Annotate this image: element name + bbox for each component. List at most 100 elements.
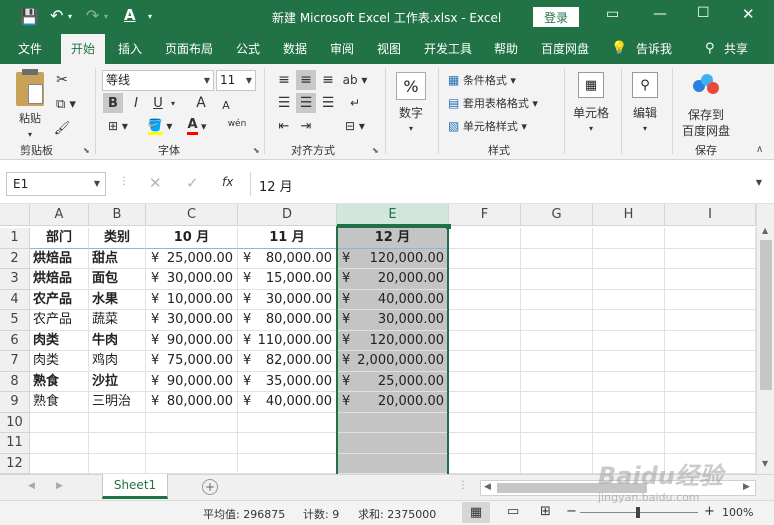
add-sheet-icon[interactable]: + (202, 479, 218, 495)
table-cell[interactable] (449, 269, 521, 290)
clipboard-launcher-icon[interactable]: ⬊ (83, 146, 90, 155)
tab-developer[interactable]: 开发工具 (424, 34, 472, 64)
table-cell[interactable]: 10 月 (146, 228, 238, 249)
font-color-quick-icon[interactable]: A (124, 6, 136, 24)
border-icon[interactable]: ⊞ ▾ (103, 116, 133, 136)
table-cell[interactable]: ¥82,000.00 (238, 351, 337, 372)
table-cell[interactable] (30, 453, 89, 474)
table-cell[interactable]: 甜点 (89, 248, 146, 269)
table-cell[interactable] (521, 248, 593, 269)
tab-help[interactable]: 帮助 (494, 34, 518, 64)
cancel-icon[interactable]: ✕ (149, 174, 162, 192)
table-cell[interactable] (521, 392, 593, 413)
table-cell[interactable]: 熟食 (30, 371, 89, 392)
table-cell[interactable] (521, 412, 593, 433)
table-cell[interactable] (665, 453, 756, 474)
collapse-ribbon-icon[interactable]: ∧ (756, 144, 763, 155)
align-bottom-icon[interactable]: ≡ (318, 70, 338, 90)
table-cell[interactable]: ¥30,000.00 (337, 310, 449, 331)
table-cell[interactable] (449, 228, 521, 249)
expand-formula-icon[interactable]: ▼ (756, 178, 762, 187)
fill-handle[interactable] (446, 224, 451, 229)
table-cell[interactable]: 沙拉 (89, 371, 146, 392)
minimize-icon[interactable]: — (653, 6, 667, 22)
table-cell[interactable]: ¥30,000.00 (146, 310, 238, 331)
table-cell[interactable]: ¥30,000.00 (238, 289, 337, 310)
table-cell[interactable]: ¥40,000.00 (337, 289, 449, 310)
underline-button[interactable]: U (149, 93, 167, 113)
tab-review[interactable]: 审阅 (330, 34, 354, 64)
table-cell[interactable]: ¥20,000.00 (337, 392, 449, 413)
table-cell[interactable] (449, 392, 521, 413)
undo-icon[interactable]: ↶ (50, 6, 63, 25)
table-cell[interactable] (146, 433, 238, 454)
table-cell[interactable]: ¥110,000.00 (238, 330, 337, 351)
horizontal-scrollbar[interactable]: ◀ ▶ (480, 480, 756, 496)
table-cell[interactable] (521, 330, 593, 351)
row-header[interactable]: 4 (0, 289, 30, 310)
percent-icon[interactable]: % (396, 72, 426, 100)
table-cell[interactable] (238, 412, 337, 433)
table-cell[interactable]: 11 月 (238, 228, 337, 249)
table-cell[interactable] (449, 310, 521, 331)
increase-indent-icon[interactable]: ⇥ (296, 116, 316, 136)
redo-icon[interactable]: ↷ (86, 6, 99, 25)
table-cell[interactable] (89, 412, 146, 433)
table-cell[interactable]: ¥15,000.00 (238, 269, 337, 290)
chevron-down-icon[interactable]: ▼ (246, 71, 252, 90)
row-header[interactable]: 9 (0, 392, 30, 413)
column-header[interactable]: F (449, 204, 521, 226)
column-header[interactable]: D (238, 204, 337, 226)
font-size-combo[interactable]: 11 ▼ (216, 70, 256, 91)
table-cell[interactable] (665, 412, 756, 433)
prev-sheet-icon[interactable]: ◀ (28, 481, 35, 491)
table-cell[interactable]: ¥80,000.00 (238, 248, 337, 269)
insert-function-button[interactable]: fx (222, 175, 233, 189)
table-cell[interactable] (593, 351, 665, 372)
normal-view-icon[interactable]: ▦ (462, 502, 490, 523)
table-cell[interactable] (665, 371, 756, 392)
table-cell[interactable]: ¥75,000.00 (146, 351, 238, 372)
table-cell[interactable] (449, 433, 521, 454)
conditional-format-button[interactable]: ▦ 条件格式 ▾ (448, 70, 532, 90)
tab-data[interactable]: 数据 (283, 34, 307, 64)
table-cell[interactable] (449, 330, 521, 351)
table-cell[interactable]: 12 月 (337, 228, 449, 249)
table-cell[interactable] (665, 310, 756, 331)
table-cell[interactable]: 蔬菜 (89, 310, 146, 331)
paste-dropdown-icon[interactable]: ▾ (22, 124, 38, 144)
table-cell[interactable]: 肉类 (30, 351, 89, 372)
fill-color-icon[interactable]: 🪣 ▾ (145, 116, 175, 136)
row-header[interactable]: 11 (0, 433, 30, 454)
table-cell[interactable] (89, 433, 146, 454)
align-middle-icon[interactable]: ≡ (296, 70, 316, 90)
undo-dropdown-icon[interactable]: ▾ (68, 12, 72, 21)
row-header[interactable]: 12 (0, 453, 30, 474)
column-header[interactable]: H (593, 204, 665, 226)
save-icon[interactable]: 💾 (20, 8, 39, 26)
vertical-scrollbar[interactable]: ▲ ▼ (756, 204, 774, 474)
table-cell[interactable] (665, 433, 756, 454)
cut-icon[interactable]: ✂ (52, 70, 72, 90)
table-cell[interactable]: ¥40,000.00 (238, 392, 337, 413)
table-cell[interactable] (238, 433, 337, 454)
table-cell[interactable] (449, 453, 521, 474)
cells-dropdown-icon[interactable]: ▾ (583, 118, 599, 138)
table-cell[interactable] (521, 453, 593, 474)
select-all-corner[interactable] (0, 204, 30, 226)
maximize-icon[interactable]: ☐ (697, 5, 710, 21)
table-cell[interactable] (665, 248, 756, 269)
tab-view[interactable]: 视图 (377, 34, 401, 64)
table-cell[interactable]: 烘焙品 (30, 269, 89, 290)
table-cell[interactable] (30, 412, 89, 433)
table-cell[interactable]: 烘焙品 (30, 248, 89, 269)
scroll-down-icon[interactable]: ▼ (762, 459, 768, 468)
table-cell[interactable]: ¥120,000.00 (337, 330, 449, 351)
table-cell[interactable] (665, 392, 756, 413)
tab-formulas[interactable]: 公式 (236, 34, 260, 64)
zoom-slider-thumb[interactable] (636, 507, 640, 518)
font-name-combo[interactable]: 等线 ▼ (102, 70, 214, 91)
row-header[interactable]: 10 (0, 412, 30, 433)
share-button[interactable]: 共享 (724, 34, 748, 64)
table-cell[interactable] (337, 433, 449, 454)
